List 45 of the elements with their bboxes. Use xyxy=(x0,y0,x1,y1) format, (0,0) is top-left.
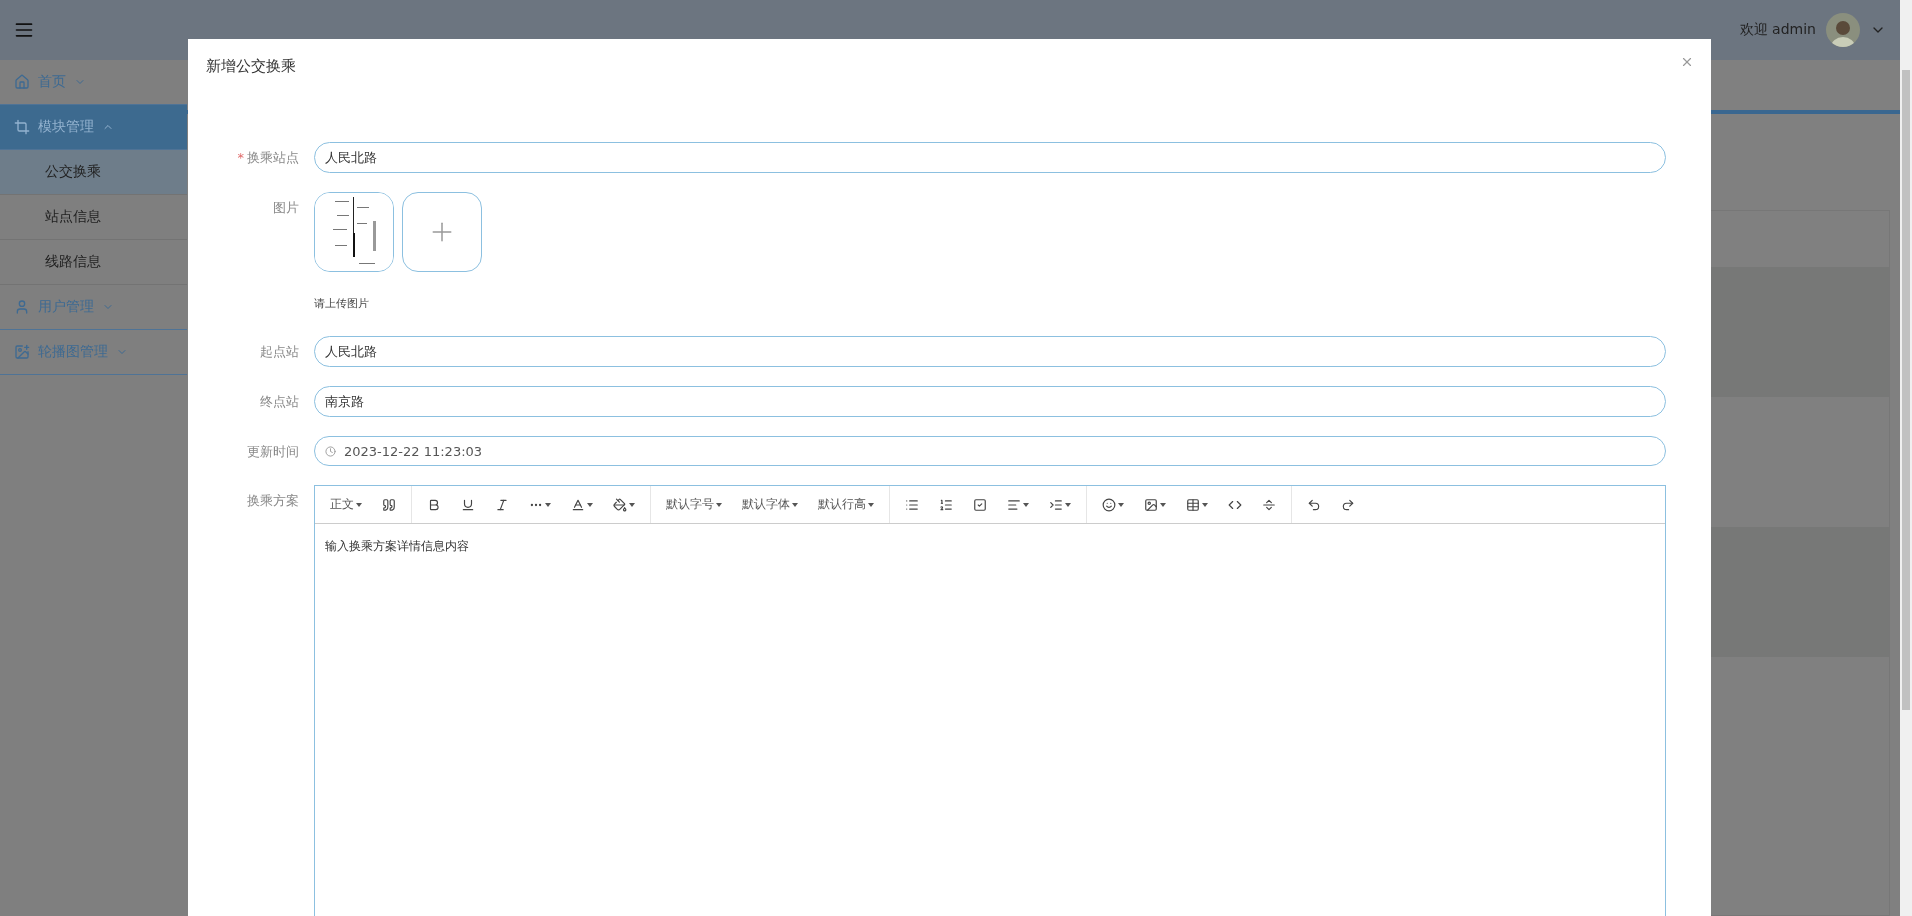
sidebar-icon xyxy=(14,299,30,315)
upload-hint: 请上传图片 xyxy=(314,296,370,311)
field-label: 终点站 xyxy=(259,393,299,411)
text-field[interactable]: 南京路 xyxy=(314,386,1666,417)
toolbar-dropdown[interactable]: 正文 xyxy=(321,489,371,520)
undo-icon xyxy=(1307,497,1321,512)
rich-text-editor[interactable]: 正文 默认字号 默认字体 默认行高 输入换乘方案详情信息内容 xyxy=(314,485,1666,916)
paint-bucket-icon xyxy=(613,497,627,512)
welcome-text: 欢迎 admin xyxy=(1739,21,1816,39)
quote-icon xyxy=(382,497,396,512)
close-button[interactable] xyxy=(1680,55,1694,69)
dialog-title: 新增公交换乘 xyxy=(206,57,296,76)
redo-icon xyxy=(1341,497,1355,512)
underline-icon xyxy=(461,497,475,512)
image-icon xyxy=(1144,497,1158,512)
field-label: 更新时间 xyxy=(246,443,299,461)
sidebar-subitem[interactable]: 公交换乘 xyxy=(0,150,187,195)
toolbar-dropdown[interactable]: 默认字体 xyxy=(733,489,807,520)
avatar-icon[interactable] xyxy=(1826,13,1860,47)
text-field[interactable]: 人民北路 xyxy=(314,336,1666,367)
field-label: 换乘方案 xyxy=(246,492,299,510)
bullet-list-icon xyxy=(905,497,919,512)
field-label: * 换乘站点 xyxy=(236,149,299,167)
clock-icon xyxy=(325,445,336,457)
align-left-icon xyxy=(1007,497,1021,512)
sidebar-icon xyxy=(14,344,30,360)
menu-icon[interactable] xyxy=(14,20,34,40)
field-label: 图片 xyxy=(272,199,299,217)
toolbar-dropdown[interactable]: 默认字号 xyxy=(657,489,731,520)
smiley-icon xyxy=(1102,497,1116,512)
italic-icon xyxy=(495,497,509,512)
checkbox-icon xyxy=(973,497,987,512)
indent-icon xyxy=(1049,497,1063,512)
editor-text: 输入换乘方案详情信息内容 xyxy=(324,538,470,555)
field-label: 起点站 xyxy=(259,343,299,361)
sidebar-icon xyxy=(14,119,30,135)
table-icon xyxy=(1186,497,1200,512)
toolbar-dropdown[interactable]: 默认行高 xyxy=(809,489,883,520)
bold-icon xyxy=(427,497,441,512)
divider-icon xyxy=(1262,497,1276,512)
numbered-list-icon xyxy=(939,497,953,512)
font-color-icon xyxy=(571,497,585,512)
text-field[interactable]: 人民北路 xyxy=(314,142,1666,173)
sidebar-icon xyxy=(14,74,30,90)
scrollbar[interactable] xyxy=(1900,0,1912,916)
